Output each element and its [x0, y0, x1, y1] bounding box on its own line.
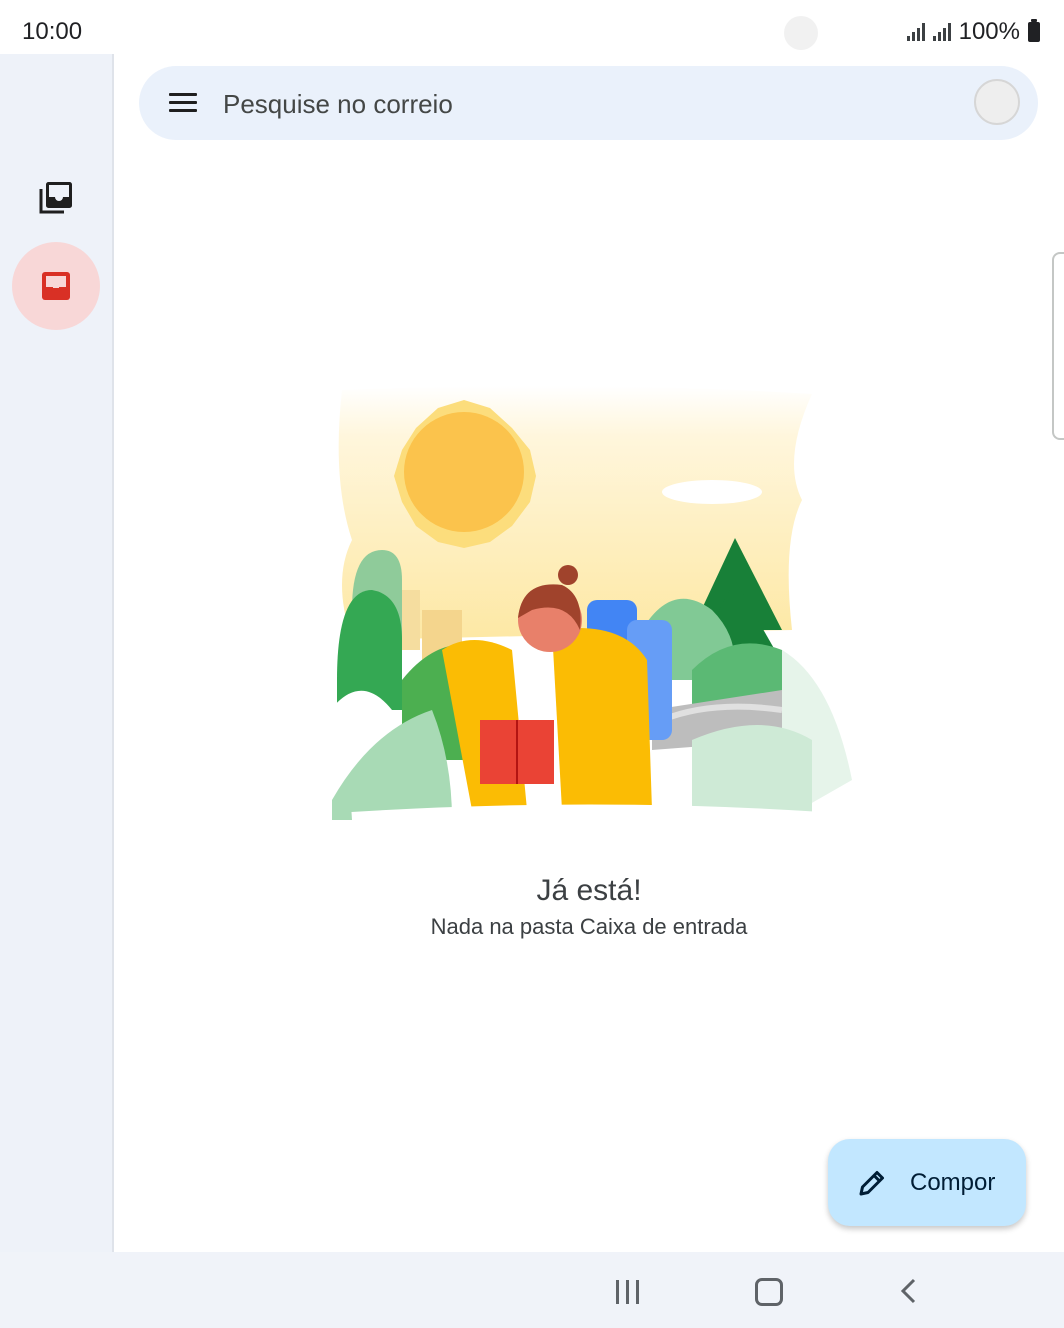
compose-label: Compor [910, 1169, 996, 1196]
search-bar [139, 66, 1038, 140]
empty-inbox-illustration [312, 385, 852, 828]
recents-icon[interactable] [616, 1280, 640, 1304]
account-avatar[interactable] [974, 79, 1020, 125]
back-icon[interactable] [898, 1278, 922, 1304]
signal-icon [932, 23, 951, 41]
status-time: 10:00 [22, 18, 83, 45]
inbox-button[interactable] [12, 242, 100, 330]
navigation-rail [0, 54, 114, 1252]
inbox-icon [42, 272, 70, 300]
all-mail-icon [39, 182, 72, 214]
battery-icon [1028, 19, 1040, 42]
signal-icon [906, 23, 925, 41]
system-navigation-bar [0, 1252, 1064, 1328]
home-icon[interactable] [755, 1278, 783, 1306]
empty-state-subtitle: Nada na pasta Caixa de entrada [430, 914, 748, 939]
battery-percent: 100% [958, 18, 1020, 45]
all-mail-button[interactable] [12, 154, 100, 242]
menu-icon[interactable] [167, 90, 199, 116]
pencil-icon [859, 1171, 884, 1196]
status-bar: 10:00 100% [0, 0, 1064, 54]
edge-panel-handle[interactable] [1052, 252, 1064, 440]
compose-button[interactable]: Compor [828, 1139, 1026, 1226]
front-camera [784, 16, 818, 50]
status-indicators: 100% [906, 18, 1040, 46]
search-input[interactable] [221, 82, 925, 126]
empty-state-title: Já está! [536, 874, 642, 907]
